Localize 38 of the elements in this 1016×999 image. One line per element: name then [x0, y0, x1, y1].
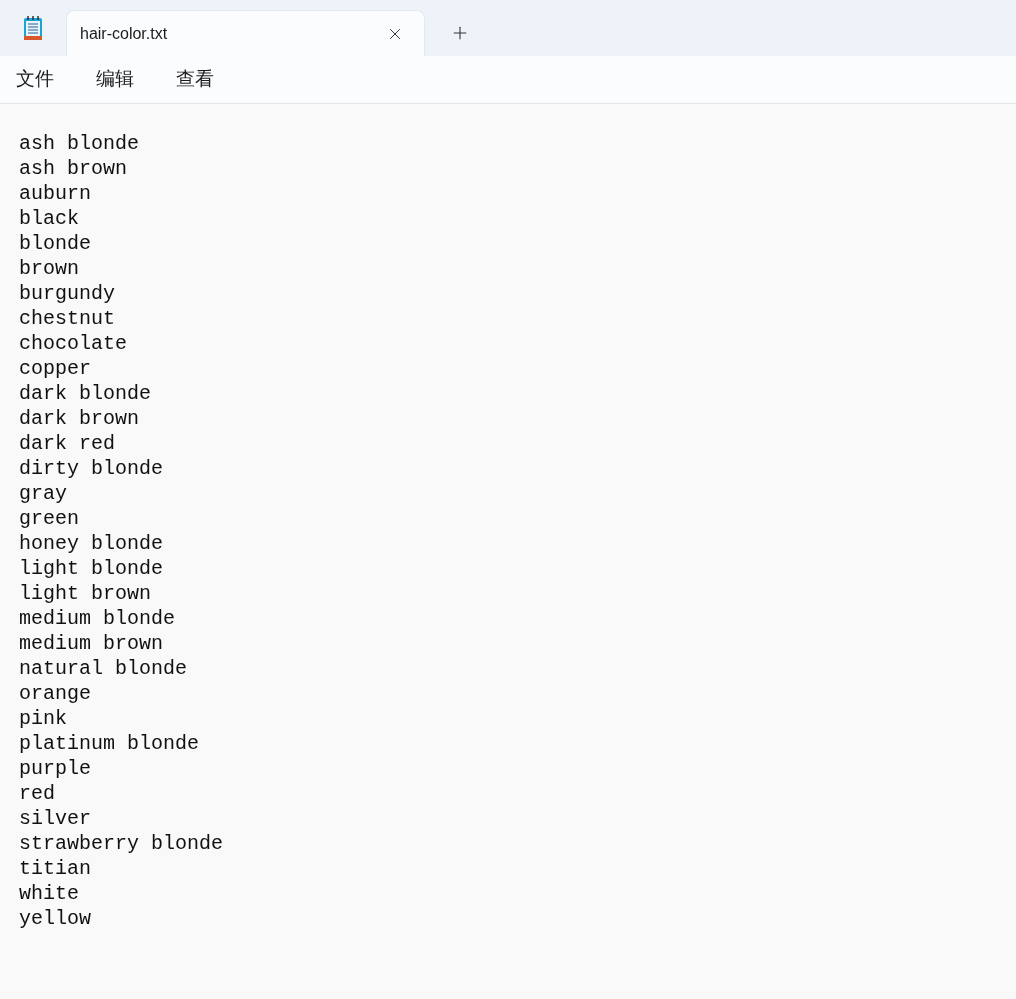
text-line: natural blonde	[19, 656, 188, 681]
text-line: chocolate	[19, 331, 128, 356]
text-line: silver	[19, 806, 91, 831]
text-line: pink	[19, 706, 67, 731]
text-line: orange	[19, 681, 91, 706]
text-line: chestnut	[19, 306, 115, 331]
text-line: honey blonde	[19, 531, 164, 556]
text-line: light brown	[19, 581, 152, 606]
text-line: strawberry blonde	[19, 831, 224, 856]
text-line: white	[19, 881, 79, 906]
text-line: medium brown	[19, 631, 164, 656]
text-line: dirty blonde	[19, 456, 164, 481]
text-line: gray	[19, 481, 67, 506]
menu-item[interactable]: 文件	[5, 61, 65, 98]
text-line: ash blonde	[19, 131, 140, 156]
text-line: green	[19, 506, 79, 531]
text-line: blonde	[19, 231, 91, 256]
text-line: purple	[19, 756, 91, 781]
text-line: copper	[19, 356, 91, 381]
text-line: platinum blonde	[19, 731, 200, 756]
text-line: dark red	[19, 431, 115, 456]
text-line: brown	[19, 256, 79, 281]
text-line: burgundy	[19, 281, 115, 306]
text-line: ash brown	[19, 156, 128, 181]
text-line: auburn	[19, 181, 91, 206]
file-tab[interactable]: hair-color.txt	[66, 10, 425, 56]
text-line: light blonde	[19, 556, 164, 581]
text-line: dark blonde	[19, 381, 152, 406]
text-line: black	[19, 206, 79, 231]
text-line: yellow	[19, 906, 91, 931]
text-line: titian	[19, 856, 91, 881]
tab-title: hair-color.txt	[80, 23, 168, 44]
text-line: medium blonde	[19, 606, 176, 631]
text-line: dark brown	[19, 406, 140, 431]
menu-item[interactable]: 编辑	[85, 61, 145, 98]
text-line: red	[19, 781, 55, 806]
notepad-icon	[23, 15, 43, 41]
menu-item[interactable]: 查看	[165, 61, 225, 98]
